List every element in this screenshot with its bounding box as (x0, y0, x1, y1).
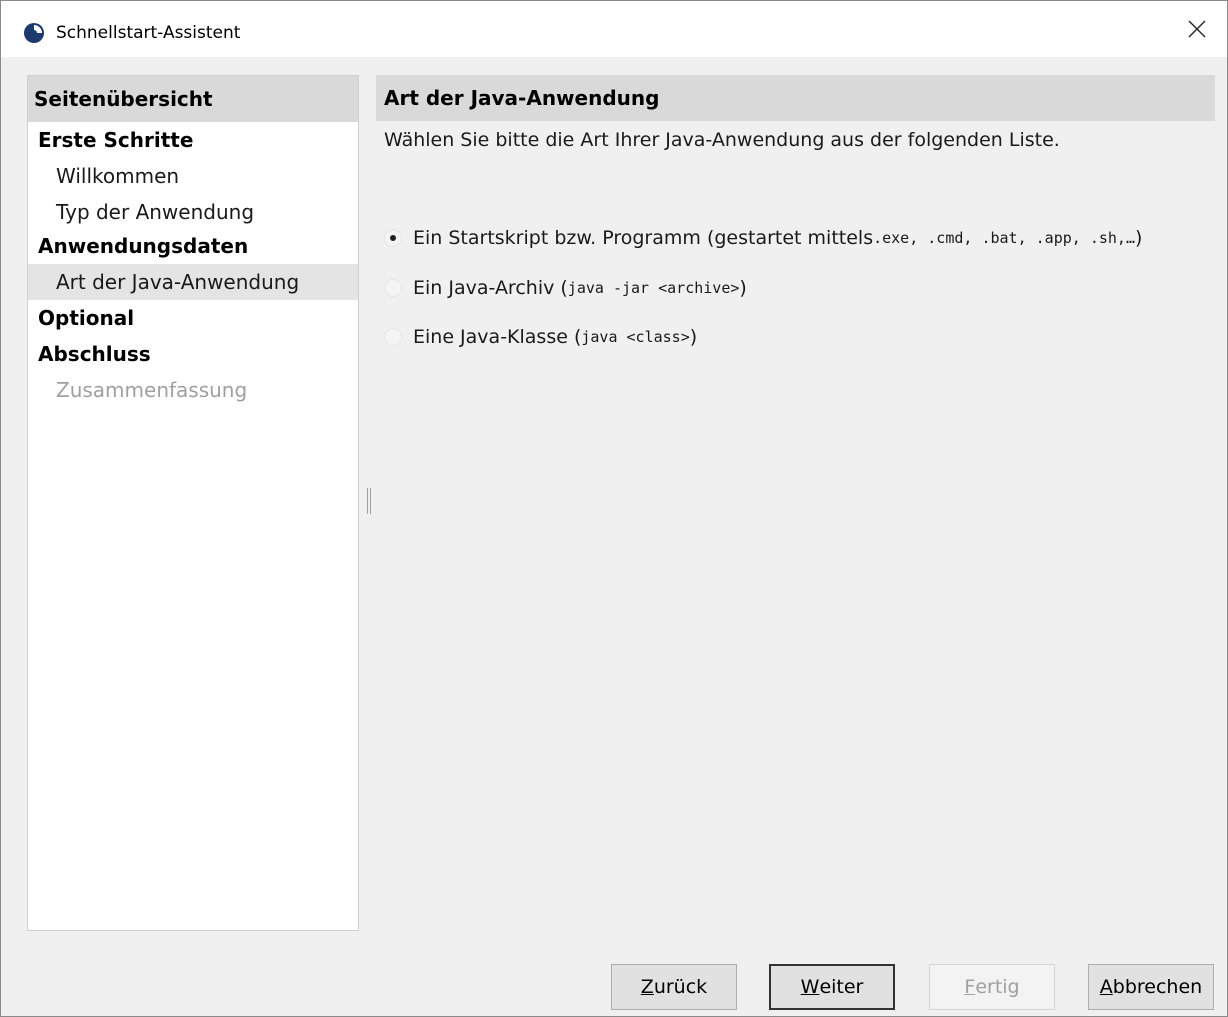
radio-button-start-script[interactable] (384, 229, 402, 247)
next-button-mnemonic: W (800, 976, 820, 998)
radio-button-java-class[interactable] (384, 328, 402, 346)
option-java-class-code: java <class> (581, 328, 690, 346)
title-bar: Schnellstart-Assistent (1, 1, 1227, 57)
nav-section-erste-schritte[interactable]: Erste Schritte (28, 122, 358, 158)
page-overview-panel: Seitenübersicht Erste Schritte Willkomme… (27, 75, 359, 931)
nav-section-anwendungsdaten[interactable]: Anwendungsdaten (28, 228, 358, 264)
wizard-window: Schnellstart-Assistent Seitenübersicht E… (0, 0, 1228, 1017)
nav-item-typ-der-anwendung[interactable]: Typ der Anwendung (28, 194, 358, 230)
sidebar-header: Seitenübersicht (28, 76, 358, 122)
finish-button: Fertig (929, 964, 1055, 1010)
nav-item-art-der-java-anwendung[interactable]: Art der Java-Anwendung (28, 264, 358, 300)
close-button[interactable] (1167, 1, 1227, 57)
finish-button-label: ertig (975, 976, 1020, 998)
back-button-mnemonic: Z (640, 976, 654, 998)
option-start-script-suffix: ) (1135, 227, 1143, 249)
nav-item-zusammenfassung: Zusammenfassung (56, 378, 248, 402)
back-button[interactable]: Zurück (611, 964, 737, 1010)
radio-button-java-archive[interactable] (384, 279, 402, 297)
cancel-button-label: bbrechen (1112, 976, 1203, 998)
finish-button-mnemonic: F (964, 976, 976, 998)
option-start-script-code: .exe, .cmd, .bat, .app, .sh,… (873, 229, 1135, 247)
nav-section-abschluss[interactable]: Abschluss (28, 336, 358, 372)
app-logo-icon (24, 23, 44, 43)
nav-item-willkommen[interactable]: Willkommen (28, 158, 358, 194)
next-button[interactable]: Weiter (769, 964, 895, 1010)
option-java-class-label: Eine Java-Klasse ( (413, 326, 582, 348)
option-start-script[interactable]: Ein Startskript bzw. Programm (gestartet… (384, 223, 1142, 253)
option-java-archive-suffix: ) (739, 277, 747, 299)
back-button-label: urück (653, 976, 708, 998)
nav-section-optional[interactable]: Optional (28, 300, 358, 336)
window-title: Schnellstart-Assistent (56, 23, 241, 43)
option-java-archive-code: java -jar <archive> (567, 279, 740, 297)
option-start-script-label: Ein Startskript bzw. Programm (gestartet… (413, 227, 874, 249)
cancel-button-mnemonic: A (1099, 976, 1113, 998)
option-java-class-suffix: ) (689, 326, 698, 348)
cancel-button[interactable]: Abbrechen (1088, 964, 1214, 1010)
next-button-label: eiter (819, 976, 864, 998)
close-icon (1188, 20, 1206, 38)
option-java-archive[interactable]: Ein Java-Archiv (java -jar <archive>) (384, 273, 747, 303)
option-java-archive-label: Ein Java-Archiv ( (413, 277, 568, 299)
panel-splitter-handle[interactable] (367, 488, 371, 514)
page-description: Wählen Sie bitte die Art Ihrer Java-Anwe… (384, 129, 1060, 151)
option-java-class[interactable]: Eine Java-Klasse (java <class>) (384, 322, 697, 352)
page-title: Art der Java-Anwendung (376, 75, 1215, 121)
